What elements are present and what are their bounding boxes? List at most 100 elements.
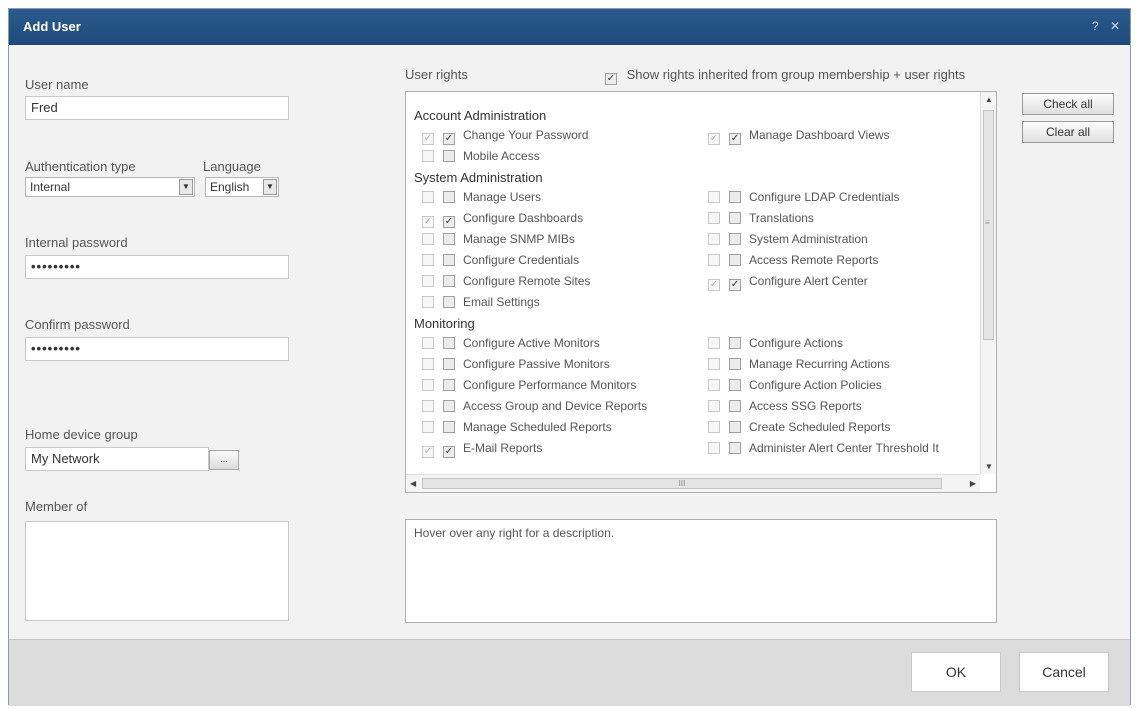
language-label: Language (203, 159, 261, 174)
inherited-check-icon: ✓ (708, 279, 720, 291)
inherited-checkbox (422, 150, 434, 162)
username-input[interactable]: Fred (25, 96, 289, 120)
right-configure-performance-monitors[interactable]: Configure Performance Monitors (422, 378, 636, 396)
right-checkbox[interactable] (443, 337, 455, 349)
section-account-administration: Account Administration (414, 108, 547, 123)
rights-vertical-scrollbar[interactable]: ▲ ≡ ▼ (980, 92, 996, 474)
right-checkbox[interactable] (729, 212, 741, 224)
right-access-ssg-reports[interactable]: Access SSG Reports (708, 399, 862, 417)
section-system-administration: System Administration (414, 170, 543, 185)
right-checkbox[interactable] (729, 379, 741, 391)
language-select[interactable]: English ▼ (205, 177, 279, 197)
right-checkbox[interactable]: ✓ (443, 216, 455, 228)
show-inherited-label: Show rights inherited from group members… (626, 67, 966, 82)
right-checkbox[interactable] (443, 421, 455, 433)
right-translations[interactable]: Translations (708, 211, 814, 229)
right-configure-passive-monitors[interactable]: Configure Passive Monitors (422, 357, 610, 375)
right-configure-action-policies[interactable]: Configure Action Policies (708, 378, 882, 396)
right-email-settings[interactable]: Email Settings (422, 295, 540, 313)
right-checkbox[interactable] (729, 421, 741, 433)
cancel-button[interactable]: Cancel (1019, 652, 1109, 692)
right-checkbox[interactable] (729, 337, 741, 349)
help-icon[interactable]: ? (1092, 19, 1099, 33)
right-checkbox[interactable] (443, 191, 455, 203)
right-access-group-device-reports[interactable]: Access Group and Device Reports (422, 399, 647, 417)
right-configure-ldap[interactable]: Configure LDAP Credentials (708, 190, 900, 208)
right-checkbox[interactable]: ✓ (729, 279, 741, 291)
auth-type-select[interactable]: Internal ▼ (25, 177, 195, 197)
auth-type-value: Internal (30, 180, 71, 194)
right-checkbox[interactable] (729, 442, 741, 454)
dialog-footer: OK Cancel (9, 639, 1130, 706)
right-administer-alert-center[interactable]: Administer Alert Center Threshold It (708, 441, 939, 459)
right-checkbox[interactable] (729, 400, 741, 412)
right-checkbox[interactable]: ✓ (443, 446, 455, 458)
right-checkbox[interactable] (443, 296, 455, 308)
check-all-button[interactable]: Check all (1022, 93, 1114, 115)
right-configure-alert-center[interactable]: ✓ ✓ Configure Alert Center (708, 274, 868, 292)
dropdown-arrow-icon[interactable]: ▼ (179, 179, 193, 195)
add-user-dialog: Add User ? ✕ User name Fred Authenticati… (8, 8, 1131, 706)
language-value: English (210, 180, 250, 194)
close-icon[interactable]: ✕ (1110, 19, 1120, 33)
user-rights-label: User rights (405, 67, 468, 82)
right-manage-users[interactable]: Manage Users (422, 190, 541, 208)
home-group-label: Home device group (25, 427, 138, 442)
right-checkbox[interactable] (443, 150, 455, 162)
dialog-title: Add User (23, 19, 81, 34)
ok-button[interactable]: OK (911, 652, 1001, 692)
right-configure-actions[interactable]: Configure Actions (708, 336, 843, 354)
right-checkbox[interactable] (443, 233, 455, 245)
section-monitoring: Monitoring (414, 316, 475, 331)
home-group-input[interactable]: My Network (25, 447, 209, 471)
scroll-up-icon[interactable]: ▲ (985, 95, 993, 104)
right-checkbox[interactable] (729, 358, 741, 370)
member-of-list[interactable] (25, 521, 289, 621)
right-checkbox[interactable] (443, 379, 455, 391)
right-configure-active-monitors[interactable]: Configure Active Monitors (422, 336, 600, 354)
right-checkbox[interactable]: ✓ (443, 133, 455, 145)
horizontal-scroll-thumb[interactable]: III (422, 478, 942, 489)
right-configure-dashboards[interactable]: ✓ ✓ Configure Dashboards (422, 211, 583, 229)
right-checkbox[interactable] (443, 254, 455, 266)
right-checkbox[interactable] (729, 233, 741, 245)
right-change-password[interactable]: ✓ ✓ Change Your Password (422, 128, 588, 146)
right-description-box: Hover over any right for a description. (405, 519, 997, 623)
right-checkbox[interactable] (443, 400, 455, 412)
right-system-administration[interactable]: System Administration (708, 232, 868, 250)
show-inherited-checkbox[interactable]: ✓ (605, 73, 617, 85)
clear-all-button[interactable]: Clear all (1022, 121, 1114, 143)
confirm-password-input[interactable]: ••••••••• (25, 337, 289, 361)
scroll-right-icon[interactable]: ▶ (970, 479, 976, 488)
confirm-password-label: Confirm password (25, 317, 130, 332)
show-inherited-toggle[interactable]: ✓ Show rights inherited from group membe… (605, 67, 965, 85)
dropdown-arrow-icon[interactable]: ▼ (263, 179, 277, 195)
right-mobile-access[interactable]: Mobile Access (422, 149, 540, 167)
right-manage-scheduled-reports[interactable]: Manage Scheduled Reports (422, 420, 612, 438)
right-email-reports[interactable]: ✓ ✓ E-Mail Reports (422, 441, 542, 459)
inherited-check-icon: ✓ (422, 216, 434, 228)
right-checkbox[interactable] (443, 358, 455, 370)
username-label: User name (25, 77, 89, 92)
title-bar: Add User ? ✕ (9, 9, 1130, 45)
right-manage-recurring-actions[interactable]: Manage Recurring Actions (708, 357, 890, 375)
browse-group-button[interactable]: ... (209, 450, 239, 470)
right-configure-credentials[interactable]: Configure Credentials (422, 253, 579, 271)
internal-password-label: Internal password (25, 235, 128, 250)
right-manage-dashboard-views[interactable]: ✓ ✓ Manage Dashboard Views (708, 128, 890, 146)
right-checkbox[interactable] (729, 191, 741, 203)
right-checkbox[interactable] (729, 254, 741, 266)
right-create-scheduled-reports[interactable]: Create Scheduled Reports (708, 420, 890, 438)
scroll-left-icon[interactable]: ◀ (410, 479, 416, 488)
scroll-down-icon[interactable]: ▼ (985, 462, 993, 471)
right-manage-snmp-mibs[interactable]: Manage SNMP MIBs (422, 232, 575, 250)
internal-password-input[interactable]: ••••••••• (25, 255, 289, 279)
rights-horizontal-scrollbar[interactable]: ◀ III ▶ (406, 474, 980, 492)
member-of-label: Member of (25, 499, 88, 514)
inherited-check-icon: ✓ (708, 133, 720, 145)
user-rights-list: Account Administration ✓ ✓ Change Your Pas… (405, 91, 997, 493)
right-configure-remote-sites[interactable]: Configure Remote Sites (422, 274, 590, 292)
right-checkbox[interactable] (443, 275, 455, 287)
right-checkbox[interactable]: ✓ (729, 133, 741, 145)
right-access-remote-reports[interactable]: Access Remote Reports (708, 253, 878, 271)
